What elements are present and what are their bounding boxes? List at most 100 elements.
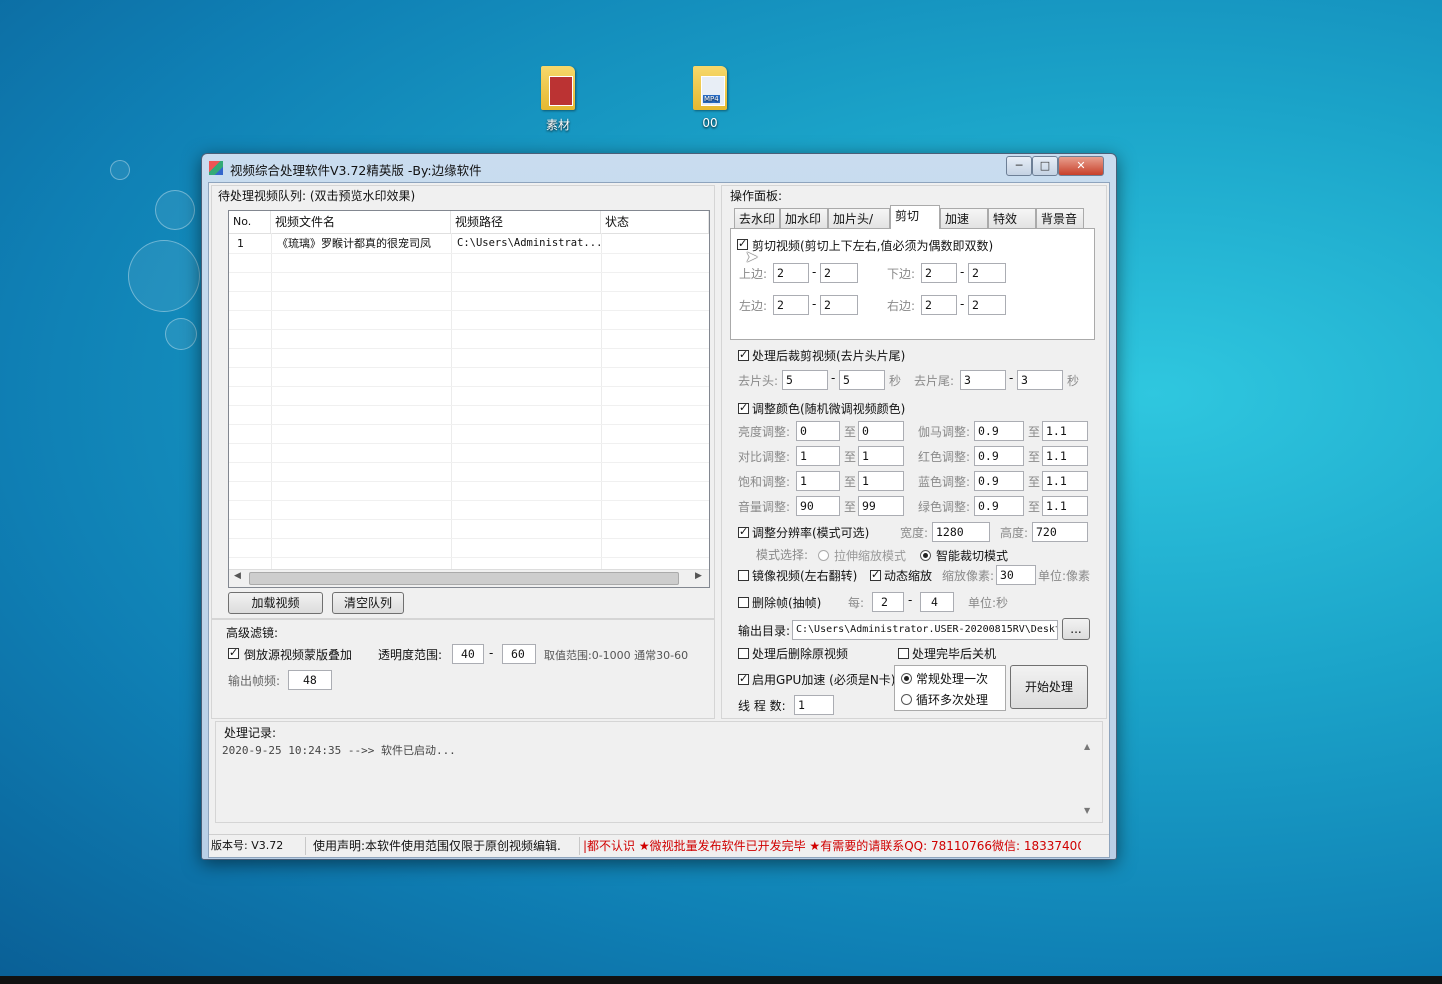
minimize-button[interactable]: ─ <box>1006 156 1032 176</box>
to-label: 至 <box>844 450 857 464</box>
column-header-name[interactable]: 视频文件名 <box>271 211 451 233</box>
scroll-left-arrow-icon[interactable]: ◀ <box>234 571 241 581</box>
dynamic-zoom-checkbox[interactable] <box>870 568 881 581</box>
maximize-button[interactable]: □ <box>1032 156 1058 176</box>
color-checkbox[interactable] <box>738 401 749 414</box>
run-once-radio[interactable] <box>901 673 912 684</box>
saturation-max[interactable]: 1 <box>858 471 904 491</box>
desktop-icon-folder-sucai[interactable]: 素材 <box>518 66 598 133</box>
crop-right-max[interactable]: 2 <box>968 295 1006 315</box>
column-header-no[interactable]: No. <box>229 211 271 233</box>
red-max[interactable]: 1.1 <box>1042 446 1088 466</box>
width-input[interactable]: 1280 <box>932 522 990 542</box>
zoom-pixels-input[interactable]: 30 <box>996 565 1036 585</box>
horizontal-scrollbar[interactable]: ◀ ▶ <box>229 569 709 587</box>
blue-min[interactable]: 0.9 <box>974 471 1024 491</box>
mode-stretch-radio[interactable] <box>818 550 829 561</box>
threads-input[interactable]: 1 <box>794 695 834 715</box>
trim-tail-min[interactable]: 3 <box>960 370 1006 390</box>
column-header-path[interactable]: 视频路径 <box>451 211 601 233</box>
opacity-max-input[interactable]: 60 <box>502 644 536 664</box>
desktop-bubble <box>128 240 200 312</box>
crop-bottom-min[interactable]: 2 <box>921 263 957 283</box>
desktop-icon-folder-00[interactable]: 00 <box>670 66 750 130</box>
run-once-label: 常规处理一次 <box>916 672 989 686</box>
run-loop-radio[interactable] <box>901 694 912 705</box>
tab-speed[interactable]: 加速 <box>940 208 988 228</box>
resolution-checkbox[interactable] <box>738 525 749 538</box>
output-path-input[interactable]: C:\Users\Administrator.USER-20200815RV\D… <box>792 620 1058 640</box>
load-video-button[interactable]: 加载视频 <box>228 592 323 614</box>
mirror-checkbox[interactable] <box>738 570 749 581</box>
folder-icon <box>541 66 575 110</box>
tab-effects[interactable]: 特效 <box>988 208 1036 228</box>
tab-remove-watermark[interactable]: 去水印 <box>734 208 780 228</box>
height-input[interactable]: 720 <box>1032 522 1088 542</box>
brightness-min[interactable]: 0 <box>796 421 840 441</box>
green-min[interactable]: 0.9 <box>974 496 1024 516</box>
brightness-max[interactable]: 0 <box>858 421 904 441</box>
log-title: 处理记录: <box>224 726 277 740</box>
crop-bottom-max[interactable]: 2 <box>968 263 1006 283</box>
scroll-down-arrow-icon[interactable]: ▼ <box>1084 806 1090 815</box>
saturation-min[interactable]: 1 <box>796 471 840 491</box>
browse-button[interactable]: ... <box>1062 618 1090 640</box>
crop-top-label: 上边: <box>739 267 768 281</box>
fps-input[interactable]: 48 <box>288 670 332 690</box>
trim-tail-max[interactable]: 3 <box>1017 370 1063 390</box>
video-queue-list[interactable]: No. 视频文件名 视频路径 状态 1 《琉璃》罗睺计都真的很宠司凤 C:\Us… <box>228 210 710 588</box>
crop-tab-page: 剪切视频(剪切上下左右,值必须为偶数即双数) ➤ 上边: 2 - 2 下边: 2… <box>730 228 1095 340</box>
volume-min[interactable]: 90 <box>796 496 840 516</box>
desktop-bubble <box>165 318 197 350</box>
opacity-min-input[interactable]: 40 <box>452 644 484 664</box>
trim-head-max[interactable]: 5 <box>839 370 885 390</box>
crop-right-min[interactable]: 2 <box>921 295 957 315</box>
gpu-checkbox[interactable] <box>738 672 749 685</box>
trim-head-label: 去片头: <box>738 374 779 388</box>
drop-min-input[interactable]: 2 <box>872 592 904 612</box>
scroll-thumb[interactable] <box>249 572 679 585</box>
contrast-min[interactable]: 1 <box>796 446 840 466</box>
start-processing-button[interactable]: 开始处理 <box>1010 665 1088 709</box>
trim-label: 处理后裁剪视频(去片头片尾) <box>752 349 906 363</box>
close-button[interactable]: ✕ <box>1058 156 1104 176</box>
desktop-icon-label: 00 <box>702 116 718 130</box>
scroll-up-arrow-icon[interactable]: ▲ <box>1084 742 1090 751</box>
range-dash: - <box>812 297 817 311</box>
status-bar: 版本号: V3.72 使用声明:本软件使用范围仅限于原创视频编辑. |都不认识 … <box>209 834 1109 857</box>
scroll-right-arrow-icon[interactable]: ▶ <box>695 571 702 581</box>
red-min[interactable]: 0.9 <box>974 446 1024 466</box>
gamma-min[interactable]: 0.9 <box>974 421 1024 441</box>
desktop-bubble <box>110 160 130 180</box>
zoom-unit: 单位:像素 <box>1038 569 1091 583</box>
tab-bgm[interactable]: 背景音 <box>1036 208 1084 228</box>
reverse-overlay-checkbox[interactable] <box>228 646 239 659</box>
gamma-max[interactable]: 1.1 <box>1042 421 1088 441</box>
log-scrollbar[interactable]: ▲ ▼ <box>1080 740 1096 820</box>
title-bar[interactable]: 视频综合处理软件V3.72精英版 -By:边缘软件 ─ □ ✕ <box>202 154 1116 182</box>
blue-max[interactable]: 1.1 <box>1042 471 1088 491</box>
threads-label: 线 程 数: <box>738 699 786 713</box>
drop-max-input[interactable]: 4 <box>920 592 954 612</box>
tab-intro-outro[interactable]: 加片头/尾 <box>828 208 890 246</box>
table-row[interactable]: 1 《琉璃》罗睺计都真的很宠司凤 C:\Users\Administrat... <box>229 234 709 254</box>
volume-max[interactable]: 99 <box>858 496 904 516</box>
tab-crop[interactable]: 剪切 <box>890 205 940 229</box>
ops-group: 操作面板: 去水印 加水印 加片头/尾 剪切 加速 特效 背景音 剪切视频(剪切… <box>721 185 1107 719</box>
crop-left-min[interactable]: 2 <box>773 295 809 315</box>
mode-smart-radio[interactable] <box>920 550 931 561</box>
log-textarea[interactable]: 2020-9-25 10:24:35 -->> 软件已启动... ▲ ▼ <box>218 740 1096 820</box>
green-max[interactable]: 1.1 <box>1042 496 1088 516</box>
crop-left-max[interactable]: 2 <box>820 295 858 315</box>
clear-queue-button[interactable]: 清空队列 <box>332 592 404 614</box>
drop-frames-checkbox[interactable] <box>738 597 749 608</box>
crop-top-min[interactable]: 2 <box>773 263 809 283</box>
crop-top-max[interactable]: 2 <box>820 263 858 283</box>
column-header-status[interactable]: 状态 <box>601 211 709 233</box>
contrast-max[interactable]: 1 <box>858 446 904 466</box>
trim-checkbox[interactable] <box>738 348 749 361</box>
trim-head-min[interactable]: 5 <box>782 370 828 390</box>
delete-source-checkbox[interactable] <box>738 648 749 659</box>
tab-add-watermark[interactable]: 加水印 <box>780 208 828 228</box>
shutdown-checkbox[interactable] <box>898 648 909 659</box>
